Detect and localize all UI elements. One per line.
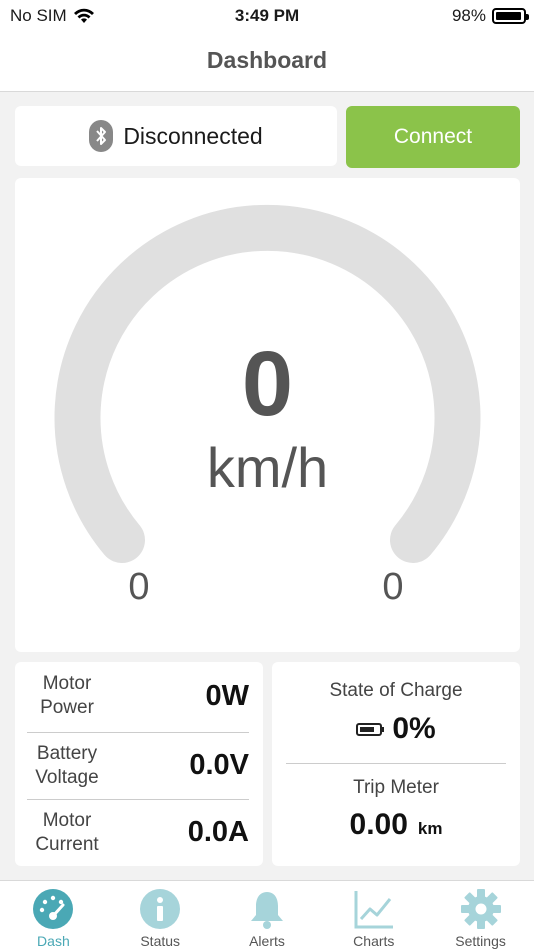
- page-title: Dashboard: [206, 47, 328, 73]
- state-of-charge-row: 0%: [272, 712, 520, 746]
- motor-current-row: Motor Current 0.0A: [27, 799, 249, 865]
- state-of-charge-label: State of Charge: [329, 680, 463, 701]
- tab-label: Charts: [353, 933, 395, 949]
- divider: [286, 763, 506, 764]
- tab-bar: Dash Status Alerts Charts Settings: [0, 880, 534, 950]
- battery-voltage-row: Battery Voltage 0.0V: [27, 732, 249, 798]
- battery-icon-fill: [360, 726, 375, 732]
- speed-value: 0: [241, 333, 294, 435]
- gear-icon: [459, 887, 503, 931]
- motor-stats-card: Motor Power 0W Battery Voltage 0.0V Moto…: [15, 662, 263, 866]
- tab-status[interactable]: Status: [107, 881, 214, 950]
- trip-meter-label: Trip Meter: [353, 777, 439, 798]
- tab-label: Alerts: [249, 933, 285, 949]
- speed-unit: km/h: [206, 436, 329, 499]
- gauge-min-label: 0: [128, 566, 150, 608]
- trip-meter-value: 0.00: [349, 808, 408, 841]
- connection-status-card: Disconnected: [15, 106, 337, 166]
- battery-fill: [496, 12, 522, 20]
- tab-charts[interactable]: Charts: [320, 881, 427, 950]
- trip-meter-row: 0.00 km: [272, 808, 520, 842]
- trip-meter-unit: km: [417, 819, 443, 838]
- motor-power-value: 0W: [205, 679, 250, 712]
- info-icon: [138, 887, 182, 931]
- status-bar: No SIM 3:49 PM 98%: [0, 0, 534, 34]
- bell-icon: [245, 887, 289, 931]
- tab-dash[interactable]: Dash: [0, 881, 107, 950]
- battery-percent: 98%: [451, 6, 486, 25]
- gauge-max-label: 0: [382, 566, 404, 608]
- connection-status-label: Disconnected: [123, 122, 263, 149]
- tab-label: Settings: [455, 933, 506, 949]
- motor-power-row: Motor Power 0W: [27, 663, 249, 729]
- tab-label: Dash: [37, 933, 70, 949]
- nav-bar: Dashboard: [0, 34, 534, 92]
- line-chart-icon: [352, 887, 396, 931]
- motor-current-value: 0.0A: [187, 816, 249, 848]
- bluetooth-icon: [89, 120, 114, 152]
- motor-current-label: Motor Current: [35, 809, 99, 855]
- connect-button[interactable]: Connect: [346, 106, 520, 168]
- tab-settings[interactable]: Settings: [427, 881, 534, 950]
- battery-voltage-value: 0.0V: [189, 749, 249, 781]
- tab-label: Status: [140, 933, 181, 949]
- motor-power-label: Motor Power: [40, 673, 94, 718]
- tab-alerts[interactable]: Alerts: [214, 881, 321, 950]
- status-right: 98%: [451, 6, 529, 26]
- dashboard-gauge-icon: [31, 887, 75, 931]
- state-of-charge-value: 0%: [392, 712, 436, 745]
- charge-trip-card: State of Charge 0% Trip Meter 0.00 km: [272, 662, 520, 866]
- battery-icon: [356, 722, 385, 736]
- battery-voltage-label: Battery Voltage: [35, 742, 99, 788]
- speedometer-card: 0 km/h 0 0: [15, 178, 520, 652]
- battery-icon: [492, 8, 529, 24]
